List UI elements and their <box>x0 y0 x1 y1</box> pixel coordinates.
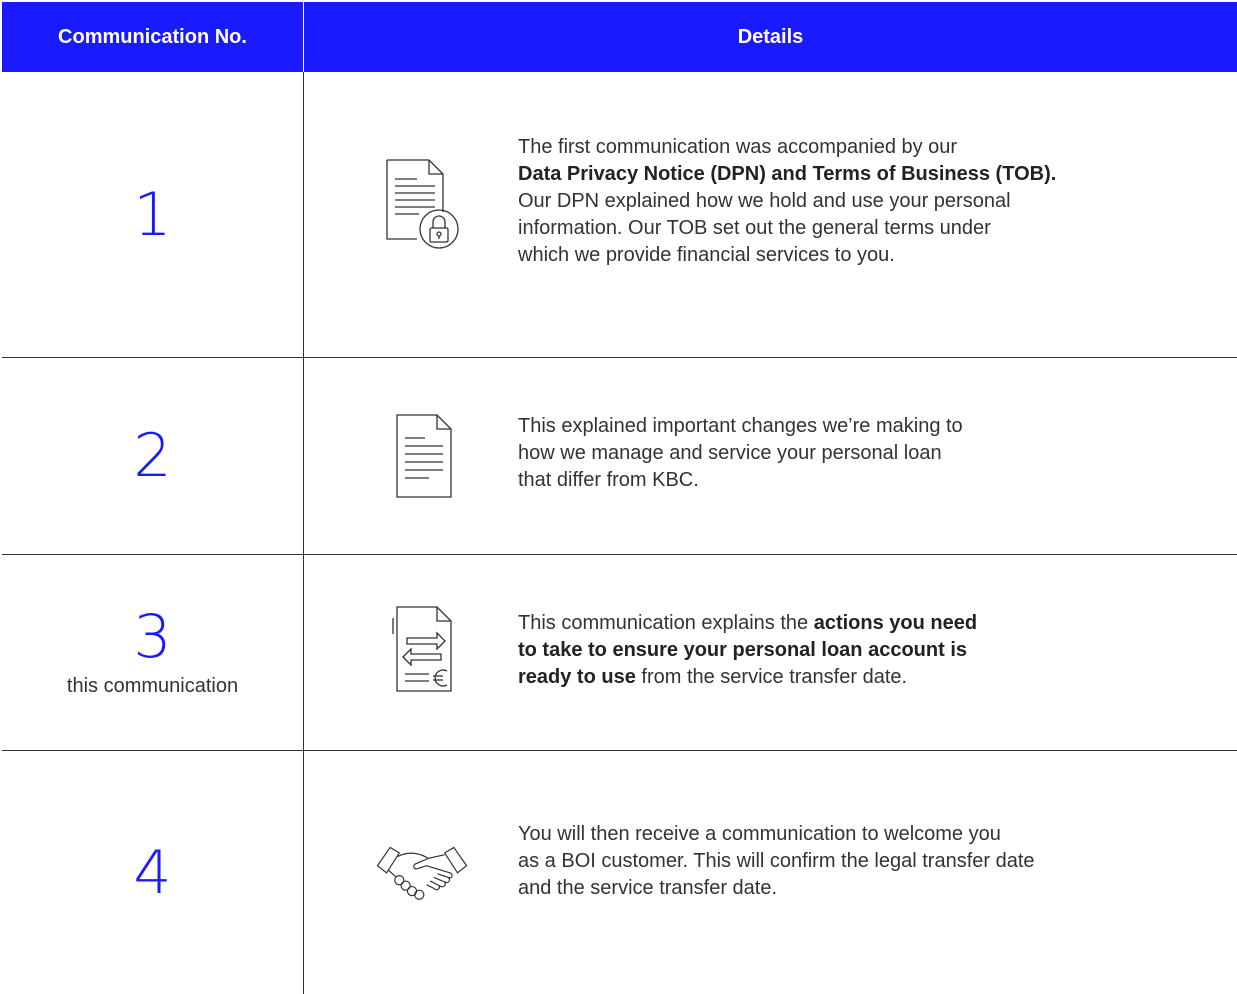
communication-number: 3 <box>133 602 172 672</box>
detail-line: This explained important changes we’re m… <box>518 413 963 440</box>
handshake-icon <box>372 827 472 917</box>
communications-table: Communication No. Details 1 The first co… <box>2 2 1237 994</box>
detail-line: to take to ensure your personal loan acc… <box>518 637 977 664</box>
table-row: 2 This explained important changes we’re… <box>2 358 1237 555</box>
row-details-text: The first communication was accompanied … <box>518 134 1056 269</box>
detail-line: You will then receive a communication to… <box>518 821 1035 848</box>
table-row: 1 The first communication was accompanie… <box>2 72 1237 358</box>
row-details-text: This explained important changes we’re m… <box>518 413 963 494</box>
detail-text: as a BOI customer. This will confirm the… <box>518 850 1035 872</box>
detail-line: Data Privacy Notice (DPN) and Terms of B… <box>518 161 1056 188</box>
row-details-text: You will then receive a communication to… <box>518 821 1035 902</box>
detail-text: The first communication was accompanied … <box>518 136 958 158</box>
detail-bold-text: Data Privacy Notice (DPN) and Terms of B… <box>518 163 1057 185</box>
communication-number: 1 <box>133 179 172 250</box>
detail-text: Our DPN explained how we hold and use yo… <box>518 190 1011 212</box>
table-header: Communication No. Details <box>2 2 1237 72</box>
detail-line: as a BOI customer. This will confirm the… <box>518 848 1035 875</box>
header-communication-no: Communication No. <box>2 2 304 72</box>
detail-bold-text: to take to ensure your personal loan acc… <box>518 639 967 661</box>
detail-text: This communication explains the <box>518 612 814 634</box>
detail-text: from the service transfer date. <box>635 666 908 688</box>
document-icon <box>372 412 472 502</box>
locked-document-icon <box>372 159 472 257</box>
detail-text: You will then receive a communication to… <box>518 823 1001 845</box>
detail-text: that differ from KBC. <box>518 469 699 491</box>
communication-number-cell: 2 <box>2 358 304 554</box>
communication-number-note: this communication <box>66 675 239 697</box>
communication-number-cell: 4 <box>2 751 304 994</box>
detail-text: and the service transfer date. <box>518 877 778 899</box>
detail-line: that differ from KBC. <box>518 467 963 494</box>
communication-number: 4 <box>133 837 172 908</box>
detail-text: which we provide financial services to y… <box>518 244 895 266</box>
detail-line: The first communication was accompanied … <box>518 134 1056 161</box>
header-details: Details <box>737 25 804 48</box>
detail-bold-text: actions you need <box>813 612 978 634</box>
detail-line: and the service transfer date. <box>518 875 1035 902</box>
detail-bold-text: ready to use <box>518 666 636 688</box>
detail-line: ready to use from the service transfer d… <box>518 664 977 691</box>
detail-line: how we manage and service your personal … <box>518 440 963 467</box>
detail-line: which we provide financial services to y… <box>518 242 1056 269</box>
detail-line: Our DPN explained how we hold and use yo… <box>518 188 1056 215</box>
detail-line: information. Our TOB set out the general… <box>518 215 1056 242</box>
detail-text: how we manage and service your personal … <box>518 442 942 464</box>
detail-text: information. Our TOB set out the general… <box>518 217 991 239</box>
transfer-document-icon <box>372 605 472 695</box>
table-row: 4 You will then receive a communication … <box>2 751 1237 994</box>
detail-line: This communication explains the actions … <box>518 610 977 637</box>
communication-number: 2 <box>133 421 172 491</box>
row-details-text: This communication explains the actions … <box>518 610 977 691</box>
communication-number-cell: 1 <box>2 72 304 357</box>
communication-number-cell: 3 this communication <box>2 555 304 750</box>
detail-text: This explained important changes we’re m… <box>518 415 963 437</box>
table-row: 3 this communication This communication … <box>2 555 1237 751</box>
